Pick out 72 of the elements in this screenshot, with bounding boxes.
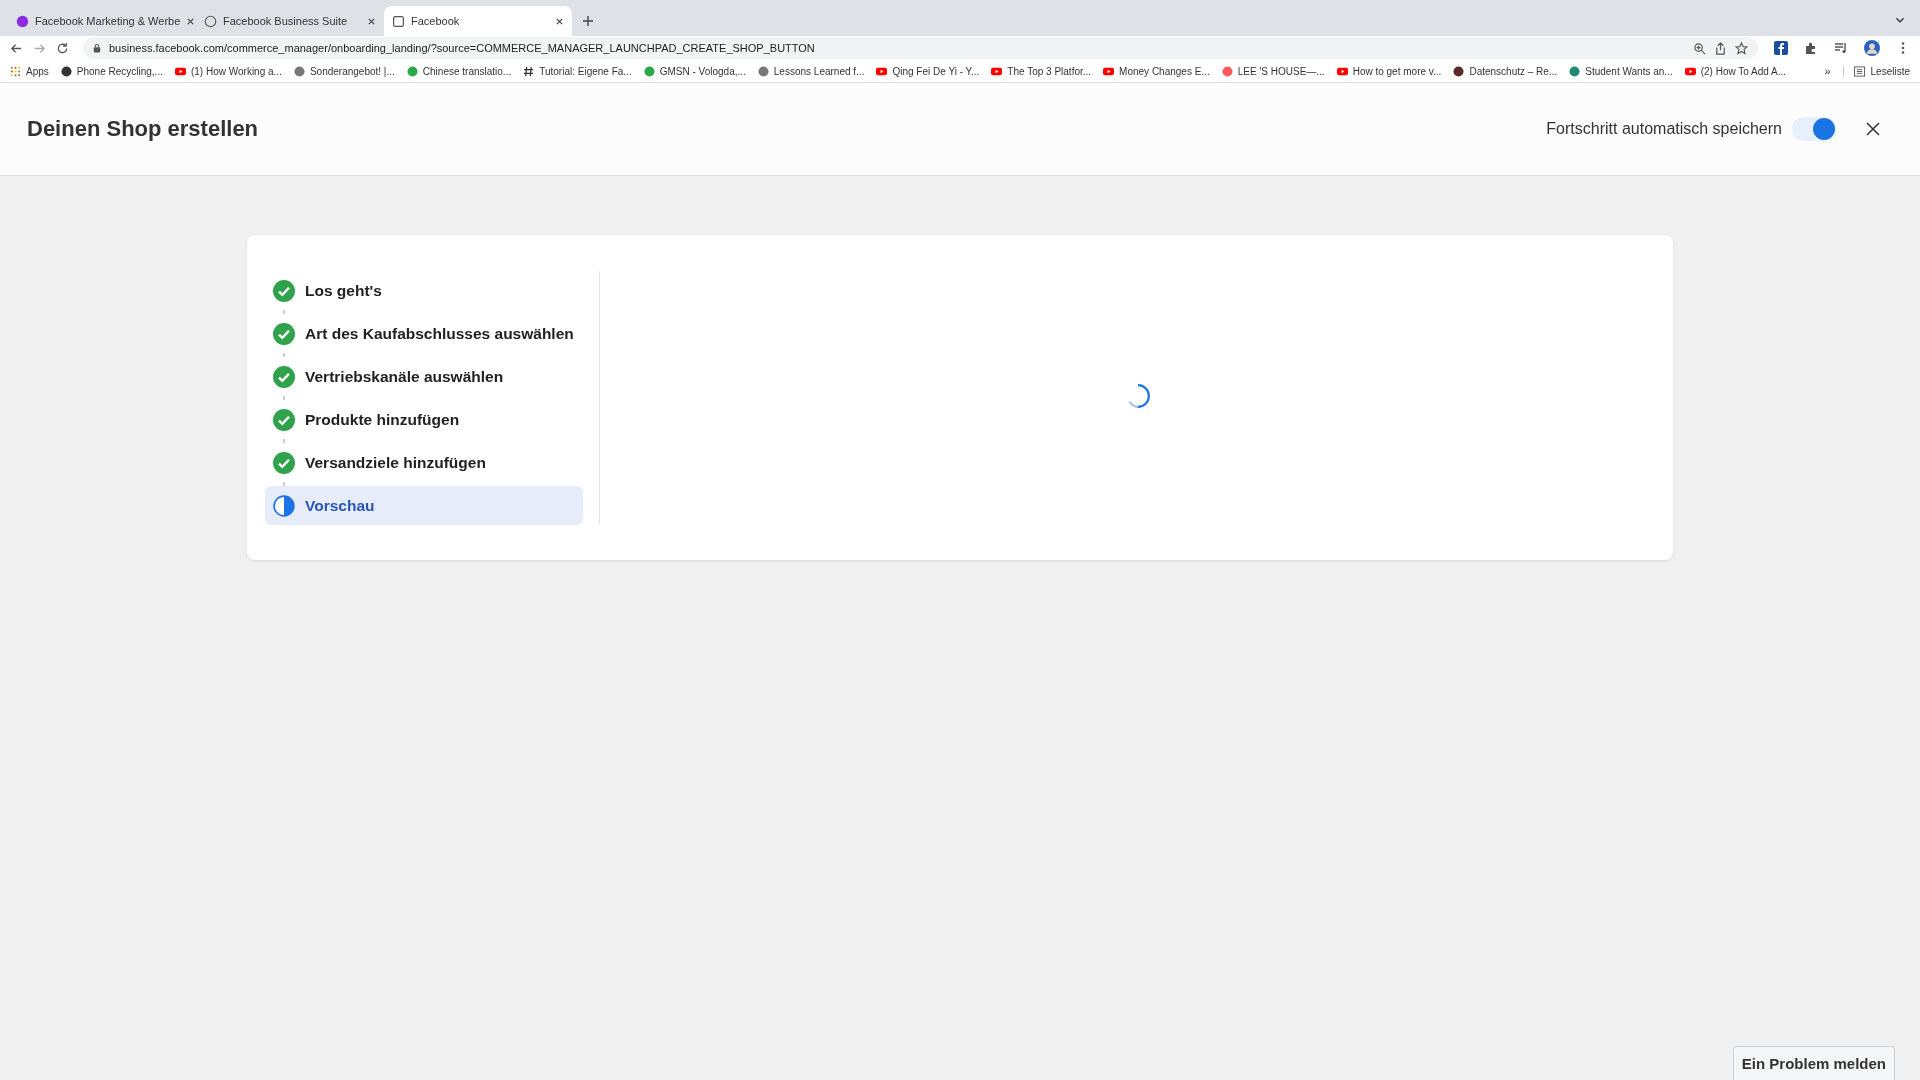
site-icon (643, 65, 655, 77)
step-item[interactable]: Vertriebskanäle auswählen (265, 357, 583, 396)
page-title: Deinen Shop erstellen (27, 116, 259, 142)
new-tab-icon[interactable] (582, 15, 594, 27)
bookmark[interactable]: Student Wants an... (1569, 65, 1673, 77)
close-icon[interactable] (555, 16, 564, 26)
bookmark[interactable]: Phone Recycling,... (60, 65, 163, 77)
step-item[interactable]: Produkte hinzufügen (265, 400, 583, 439)
lock-icon (93, 43, 101, 53)
share-icon[interactable] (1714, 41, 1727, 55)
play-icon (991, 65, 1003, 77)
circle-icon (204, 14, 217, 28)
bookmark[interactable]: LEE 'S HOUSE—... (1221, 65, 1325, 77)
zoom-icon[interactable] (1693, 41, 1706, 55)
bookmark[interactable]: Apps (10, 65, 49, 77)
more-bookmarks[interactable]: » (1824, 65, 1831, 77)
check-circle-icon (273, 408, 295, 431)
page-icon (392, 14, 405, 28)
check-circle-icon (273, 322, 295, 345)
bookmark[interactable]: The Top 3 Platfor... (991, 65, 1092, 77)
bookmark[interactable]: Sonderangebot! |... (293, 65, 395, 77)
autosave-label: Fortschritt automatisch speichern (1546, 120, 1782, 138)
play-icon (1336, 65, 1348, 77)
bookmark[interactable]: GMSN - Vologda,... (643, 65, 746, 77)
list-icon (1853, 65, 1865, 77)
avatar-icon[interactable] (1864, 40, 1880, 56)
bookmark[interactable]: Qing Fei De Yi - Y... (876, 65, 980, 77)
browser-tab[interactable]: Facebook Business Suite (196, 6, 384, 36)
bookmark[interactable]: Lessons Learned f... (757, 65, 865, 77)
star-icon[interactable] (1735, 41, 1748, 55)
site-icon (1453, 65, 1465, 77)
check-circle-icon (273, 279, 295, 302)
autosave-toggle[interactable] (1792, 117, 1836, 141)
site-icon (1221, 65, 1233, 77)
browser-tab[interactable]: Facebook (384, 6, 572, 36)
grid-icon (10, 65, 21, 77)
address-bar[interactable]: business.facebook.com/commerce_manager/onboarding_landing/?source=COMMERCE_MANAGER_LAUNCHPAD_CREATE_SHOP_BUTTON (83, 37, 1758, 59)
step-item[interactable]: Art des Kaufabschlusses auswählen (265, 314, 583, 353)
site-icon (293, 65, 305, 77)
close-icon[interactable] (367, 16, 376, 26)
bookmark[interactable]: Money Changes E... (1103, 65, 1210, 77)
media-list-icon[interactable] (1834, 41, 1848, 55)
report-problem-button[interactable]: Ein Problem melden (1732, 1046, 1895, 1080)
site-icon (406, 65, 418, 77)
bookmark[interactable]: Datenschutz – Re... (1453, 65, 1558, 77)
bookmark[interactable]: How to get more v... (1336, 65, 1442, 77)
play-icon (1103, 65, 1115, 77)
check-circle-icon (273, 365, 295, 388)
reload-icon[interactable] (56, 41, 69, 55)
reading-list[interactable]: Leseliste (1842, 65, 1910, 77)
extension-square-icon[interactable] (1774, 41, 1788, 55)
browser-tab[interactable]: Facebook Marketing & Werbe (8, 6, 196, 36)
circle-logo-icon (16, 14, 29, 28)
step-item[interactable]: Versandziele hinzufügen (265, 443, 583, 482)
close-icon[interactable] (186, 16, 196, 26)
hash-icon (523, 65, 535, 77)
site-icon (757, 65, 769, 77)
bookmark[interactable]: (2) How To Add A... (1684, 65, 1787, 77)
step-item[interactable]: Los geht's (265, 271, 583, 310)
close-icon[interactable] (1866, 122, 1880, 136)
bookmark[interactable]: (1) How Working a... (174, 65, 282, 77)
play-icon (174, 65, 186, 77)
check-circle-icon (273, 451, 295, 474)
play-icon (1684, 65, 1696, 77)
play-icon (876, 65, 888, 77)
half-circle-icon (273, 494, 295, 517)
site-icon (1569, 65, 1581, 77)
site-icon (60, 65, 72, 77)
step-item[interactable]: Vorschau (265, 486, 583, 525)
bookmark[interactable]: Tutorial: Eigene Fa... (523, 65, 632, 77)
puzzle-icon[interactable] (1804, 41, 1818, 55)
bookmark[interactable]: Chinese translatio... (406, 65, 512, 77)
